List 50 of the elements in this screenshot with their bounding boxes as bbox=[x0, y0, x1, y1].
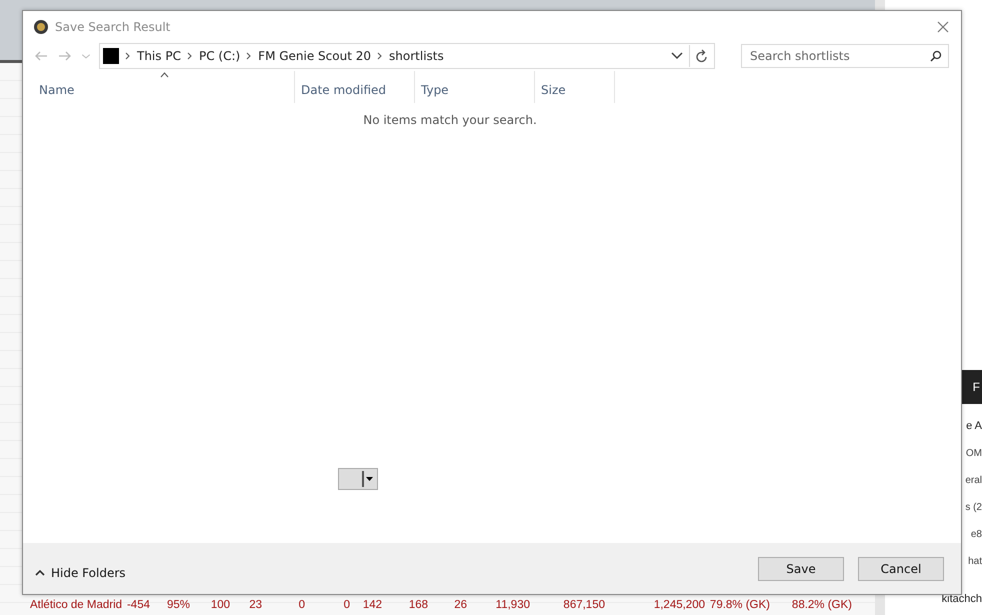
close-icon[interactable] bbox=[935, 19, 951, 35]
button-label: Hide Folders bbox=[51, 566, 126, 580]
chevron-right-icon bbox=[377, 52, 384, 60]
chevron-right-icon bbox=[125, 52, 131, 60]
table-cell: -454 bbox=[126, 599, 150, 611]
sidebar-text: OM bbox=[966, 448, 982, 459]
column-header[interactable]: Name bbox=[33, 71, 295, 103]
table-cell-text: 1,245,200 bbox=[652, 599, 705, 611]
breadcrumb-item[interactable]: This PC bbox=[137, 49, 181, 63]
dialog-button[interactable]: Save bbox=[758, 556, 844, 580]
empty-message: No items match your search. bbox=[363, 113, 537, 127]
dropdown-arrow-icon bbox=[362, 471, 374, 487]
table-cell-text: 0 bbox=[298, 599, 305, 611]
table-cell-text: 867,150 bbox=[562, 599, 605, 611]
table-cell-text: 79.8% (GK) bbox=[708, 599, 770, 611]
search-box[interactable]: Search shortlists bbox=[741, 44, 949, 68]
column-header[interactable]: Type bbox=[415, 71, 535, 103]
user-name: kitachch bbox=[942, 593, 982, 605]
column-header[interactable]: Size bbox=[535, 71, 615, 103]
refresh-icon[interactable] bbox=[696, 49, 708, 63]
sidebar-text: e A bbox=[966, 420, 982, 432]
table-cell-text: 23 bbox=[248, 599, 262, 611]
column-header[interactable]: Date modified bbox=[295, 71, 415, 103]
dialog-button[interactable]: Cancel bbox=[858, 556, 944, 580]
chevron-up-icon bbox=[35, 569, 45, 576]
table-cell-text: 95% bbox=[166, 599, 190, 611]
table-cell-text: 88.2% (GK) bbox=[790, 599, 852, 611]
sidebar-text: hat bbox=[968, 556, 982, 567]
sidebar-text: e8 bbox=[970, 529, 982, 540]
breadcrumb-item[interactable]: FM Genie Scout 20 bbox=[258, 49, 372, 63]
file-type-dropdown[interactable] bbox=[338, 468, 378, 490]
table-cell-text: 100 bbox=[210, 599, 230, 611]
search-icon bbox=[930, 50, 942, 62]
address-bar[interactable]: This PC PC (C:) FM Genie Scout 20 shortlists bbox=[99, 43, 715, 69]
breadcrumb-item[interactable]: shortlists bbox=[389, 49, 444, 63]
chevron-right-icon bbox=[246, 52, 252, 60]
table-cell-text: Atlético de Madrid bbox=[30, 599, 124, 611]
window-title: Save Search Result bbox=[55, 20, 172, 34]
breadcrumb-item[interactable]: PC (C:) bbox=[198, 49, 240, 63]
app-logo-icon bbox=[33, 19, 49, 35]
table-cell-text: 0 bbox=[342, 599, 350, 611]
sidebar-text: s (2 bbox=[965, 502, 982, 513]
table-cell-text: 142 bbox=[362, 599, 382, 611]
table-cell-text: 168 bbox=[408, 599, 428, 611]
chevron-down-icon[interactable] bbox=[671, 52, 683, 60]
chevron-right-icon bbox=[186, 52, 193, 60]
sidebar-text: eral bbox=[965, 475, 982, 486]
table-cell-text: 11,930 bbox=[494, 599, 530, 611]
table-cell-text: 26 bbox=[453, 599, 467, 611]
hide-folders-button[interactable]: Hide Folders bbox=[35, 560, 126, 586]
